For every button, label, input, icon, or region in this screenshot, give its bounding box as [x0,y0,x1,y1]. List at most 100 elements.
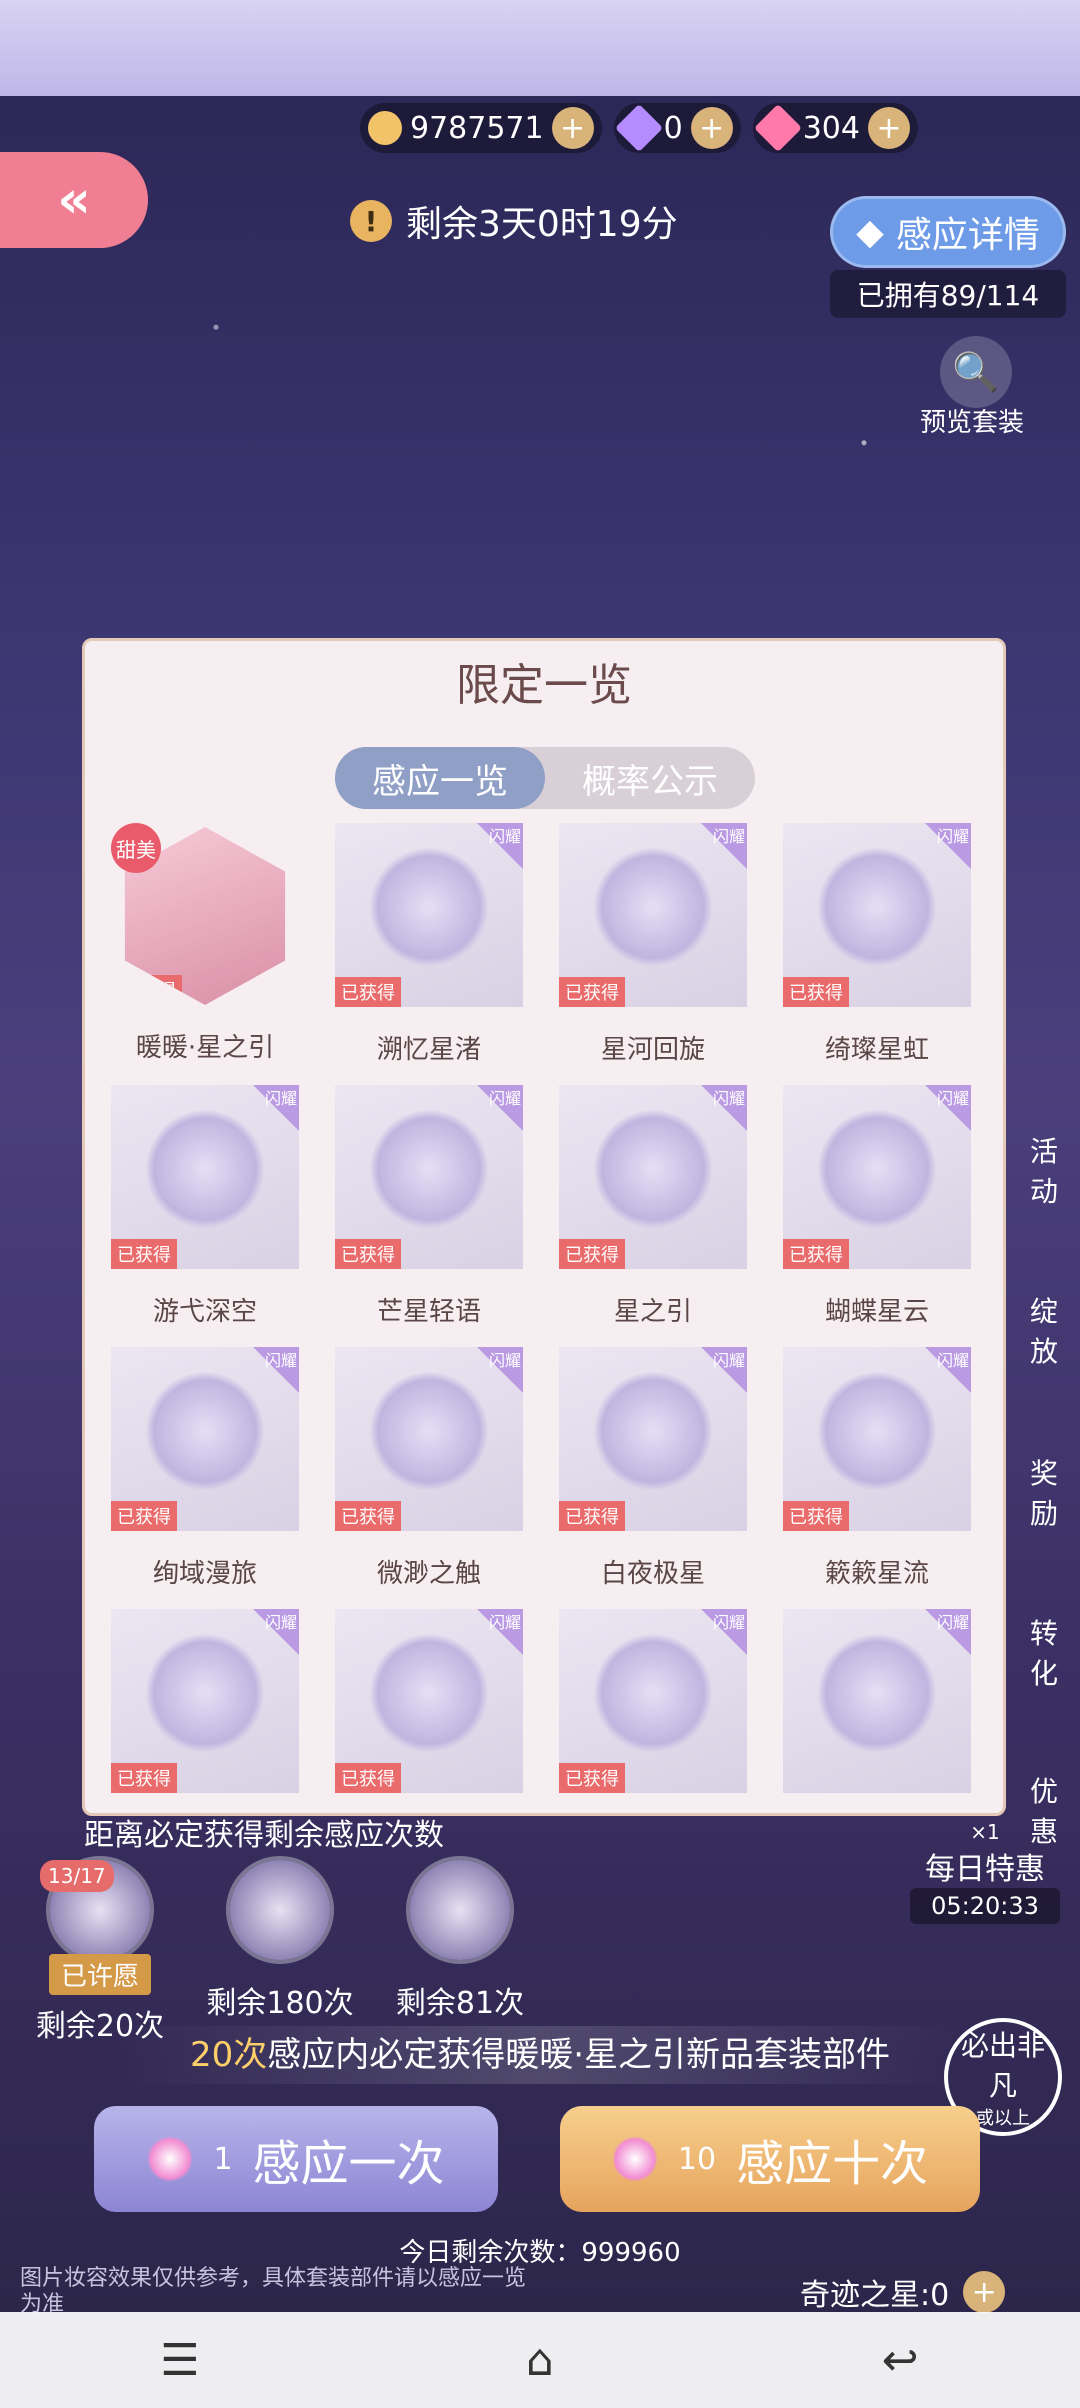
double-chevron-left-icon: « [57,170,91,230]
wished-badge: 已许愿 [48,1954,151,1995]
rarity-text: 闪耀 [936,1613,969,1632]
tab-probability[interactable]: 概率公示 [545,747,755,809]
grid-item[interactable]: 闪耀 已获得绮璨星虹 [783,823,971,1085]
item-art [593,1109,713,1229]
grid-item[interactable]: 闪耀 已获得 星之引 [559,1085,747,1347]
grid-item[interactable]: 闪耀 已获得 蝴蝶星云 [783,1085,971,1347]
pull-ten-button[interactable]: 10 感应十次 [560,2106,980,2212]
add-diamond-button[interactable]: + [867,107,910,149]
item-art [145,1371,265,1491]
item-thumb: 闪耀 已获得 [111,1347,299,1531]
reward-icon [230,1860,330,1960]
currency-bar: 9787571 + 0 + 304 + [360,102,918,154]
back-icon[interactable]: ↩ [865,2335,935,2386]
item-art [369,1109,489,1229]
back-button[interactable]: « [0,152,148,248]
side-label-3[interactable]: 奖励 [1030,1452,1080,1532]
preview-label: 预览套装 [920,408,1025,438]
reward-icon [410,1860,510,1960]
obtained-badge: 已获得 [124,975,182,1005]
timer-text: 剩余3天0时19分 [406,204,678,245]
obtained-badge: 已获得 [111,1239,177,1269]
item-art [593,1633,713,1753]
miracle-star-counter: 奇迹之星:0 + [800,2270,1006,2314]
grid-item[interactable]: 闪耀 已获得 [111,1609,299,1793]
gold-icon [368,111,402,145]
exclamation-icon: ! [350,200,392,242]
grid-item[interactable]: 闪耀 [783,1609,971,1793]
home-icon[interactable]: ⌂ [505,2335,575,2386]
rarity-text: 闪耀 [488,1613,521,1632]
item-name: 芒星轻语 [376,1297,481,1327]
grid-item[interactable]: 闪耀 已获得 [335,1609,523,1793]
item-grid: 甜美 已获得 暖暖·星之引 闪耀 已获得 溯忆星渚 闪耀 已获得 星河回旋 闪耀 已获得绮… [111,823,979,1793]
milestone-2[interactable]: 剩余180次 [206,1860,354,2045]
item-art [817,1371,937,1491]
grid-item[interactable]: 闪耀 已获得 簌簌星流 [783,1347,971,1609]
grid-item[interactable]: 闪耀 已获得 [559,1609,747,1793]
item-thumb: 闪耀 已获得 [783,823,971,1007]
modal-title: 限定一览 [456,660,632,711]
item-thumb: 闪耀 已获得 [559,823,747,1007]
pull-ten-label: 感应十次 [736,2136,929,2192]
obtained-badge: 已获得 [335,977,401,1007]
item-art [369,1633,489,1753]
obtained-badge: 已获得 [559,1239,625,1269]
obtained-badge: 已获得 [111,1763,177,1793]
item-thumb: 闪耀 已获得 [783,1085,971,1269]
preview-search-button[interactable]: 🔍 [940,336,1012,408]
grid-item[interactable]: 闪耀 已获得 白夜极星 [559,1347,747,1609]
daily-deal-label: 每日特惠 [925,1852,1045,1887]
item-thumb: 闪耀 [783,1609,971,1793]
grid-item[interactable]: 闪耀 已获得 溯忆星渚 [335,823,523,1085]
grid-item[interactable]: 闪耀 已获得 芒星轻语 [335,1085,523,1347]
add-miracle-button[interactable]: + [963,2271,1006,2313]
item-name: 绮璨星虹 [824,1035,929,1065]
obtained-badge: 已获得 [783,977,849,1007]
item-name: 微渺之触 [376,1559,481,1589]
pull-ten-count: 10 [677,2141,717,2177]
item-art [817,1633,937,1753]
pull-once-count: 1 [213,2141,233,2177]
star-icon [611,2136,658,2182]
top-strip [0,0,1080,96]
daily-multiplier: ×1 [970,1820,1000,1844]
detail-button[interactable]: ◆ 感应详情 [830,196,1066,268]
tab-overview[interactable]: 感应一览 [335,747,545,809]
rarity-text: 闪耀 [264,1089,297,1108]
crystal-icon [614,103,663,153]
side-label-1[interactable]: 活动 [1030,1130,1080,1210]
milestone-1[interactable]: 13/17 已许愿 剩余20次 [36,1860,164,2045]
grid-item[interactable]: 闪耀 已获得 星河回旋 [559,823,747,1085]
add-gold-button[interactable]: + [551,107,594,149]
item-name: 星之引 [613,1297,692,1327]
grid-item[interactable]: 甜美 已获得 暖暖·星之引 [111,823,299,1085]
side-label-4[interactable]: 转化 [1030,1612,1080,1692]
diamond-amount: 304 [802,110,860,146]
crystal-amount: 0 [663,110,683,146]
diamond-outline-icon: ◆ [856,211,884,253]
item-thumb: 闪耀 已获得 [783,1347,971,1531]
add-crystal-button[interactable]: + [690,107,733,149]
pull-once-button[interactable]: 1 感应一次 [94,2106,498,2212]
daily-deal[interactable]: ×1 每日特惠 05:20:33 [910,1820,1060,1924]
rarity-text: 闪耀 [936,1089,969,1108]
rarity-text: 闪耀 [488,827,521,846]
grid-item[interactable]: 闪耀 已获得 绚域漫旅 [111,1347,299,1609]
item-name: 绚域漫旅 [152,1559,257,1589]
grid-item[interactable]: 闪耀 已获得 游弋深空 [111,1085,299,1347]
miracle-star-text: 奇迹之星:0 [800,2278,950,2313]
side-label-2[interactable]: 绽放 [1030,1290,1080,1370]
pull-once-label: 感应一次 [252,2136,445,2192]
grid-item[interactable]: 闪耀 已获得 微渺之触 [335,1347,523,1609]
rarity-text: 闪耀 [488,1089,521,1108]
today-remaining: 今日剩余次数：999960 [399,2238,681,2268]
milestone-3[interactable]: 剩余81次 [396,1860,524,2045]
menu-icon[interactable]: ☰ [145,2335,215,2386]
magnifier-icon: 🔍 [952,349,1000,394]
item-art [817,1109,937,1229]
rarity-text: 闪耀 [712,1613,745,1632]
item-thumb: 闪耀 已获得 [335,1609,523,1793]
item-art [145,1633,265,1753]
item-thumb: 闪耀已获得 [335,823,523,1007]
